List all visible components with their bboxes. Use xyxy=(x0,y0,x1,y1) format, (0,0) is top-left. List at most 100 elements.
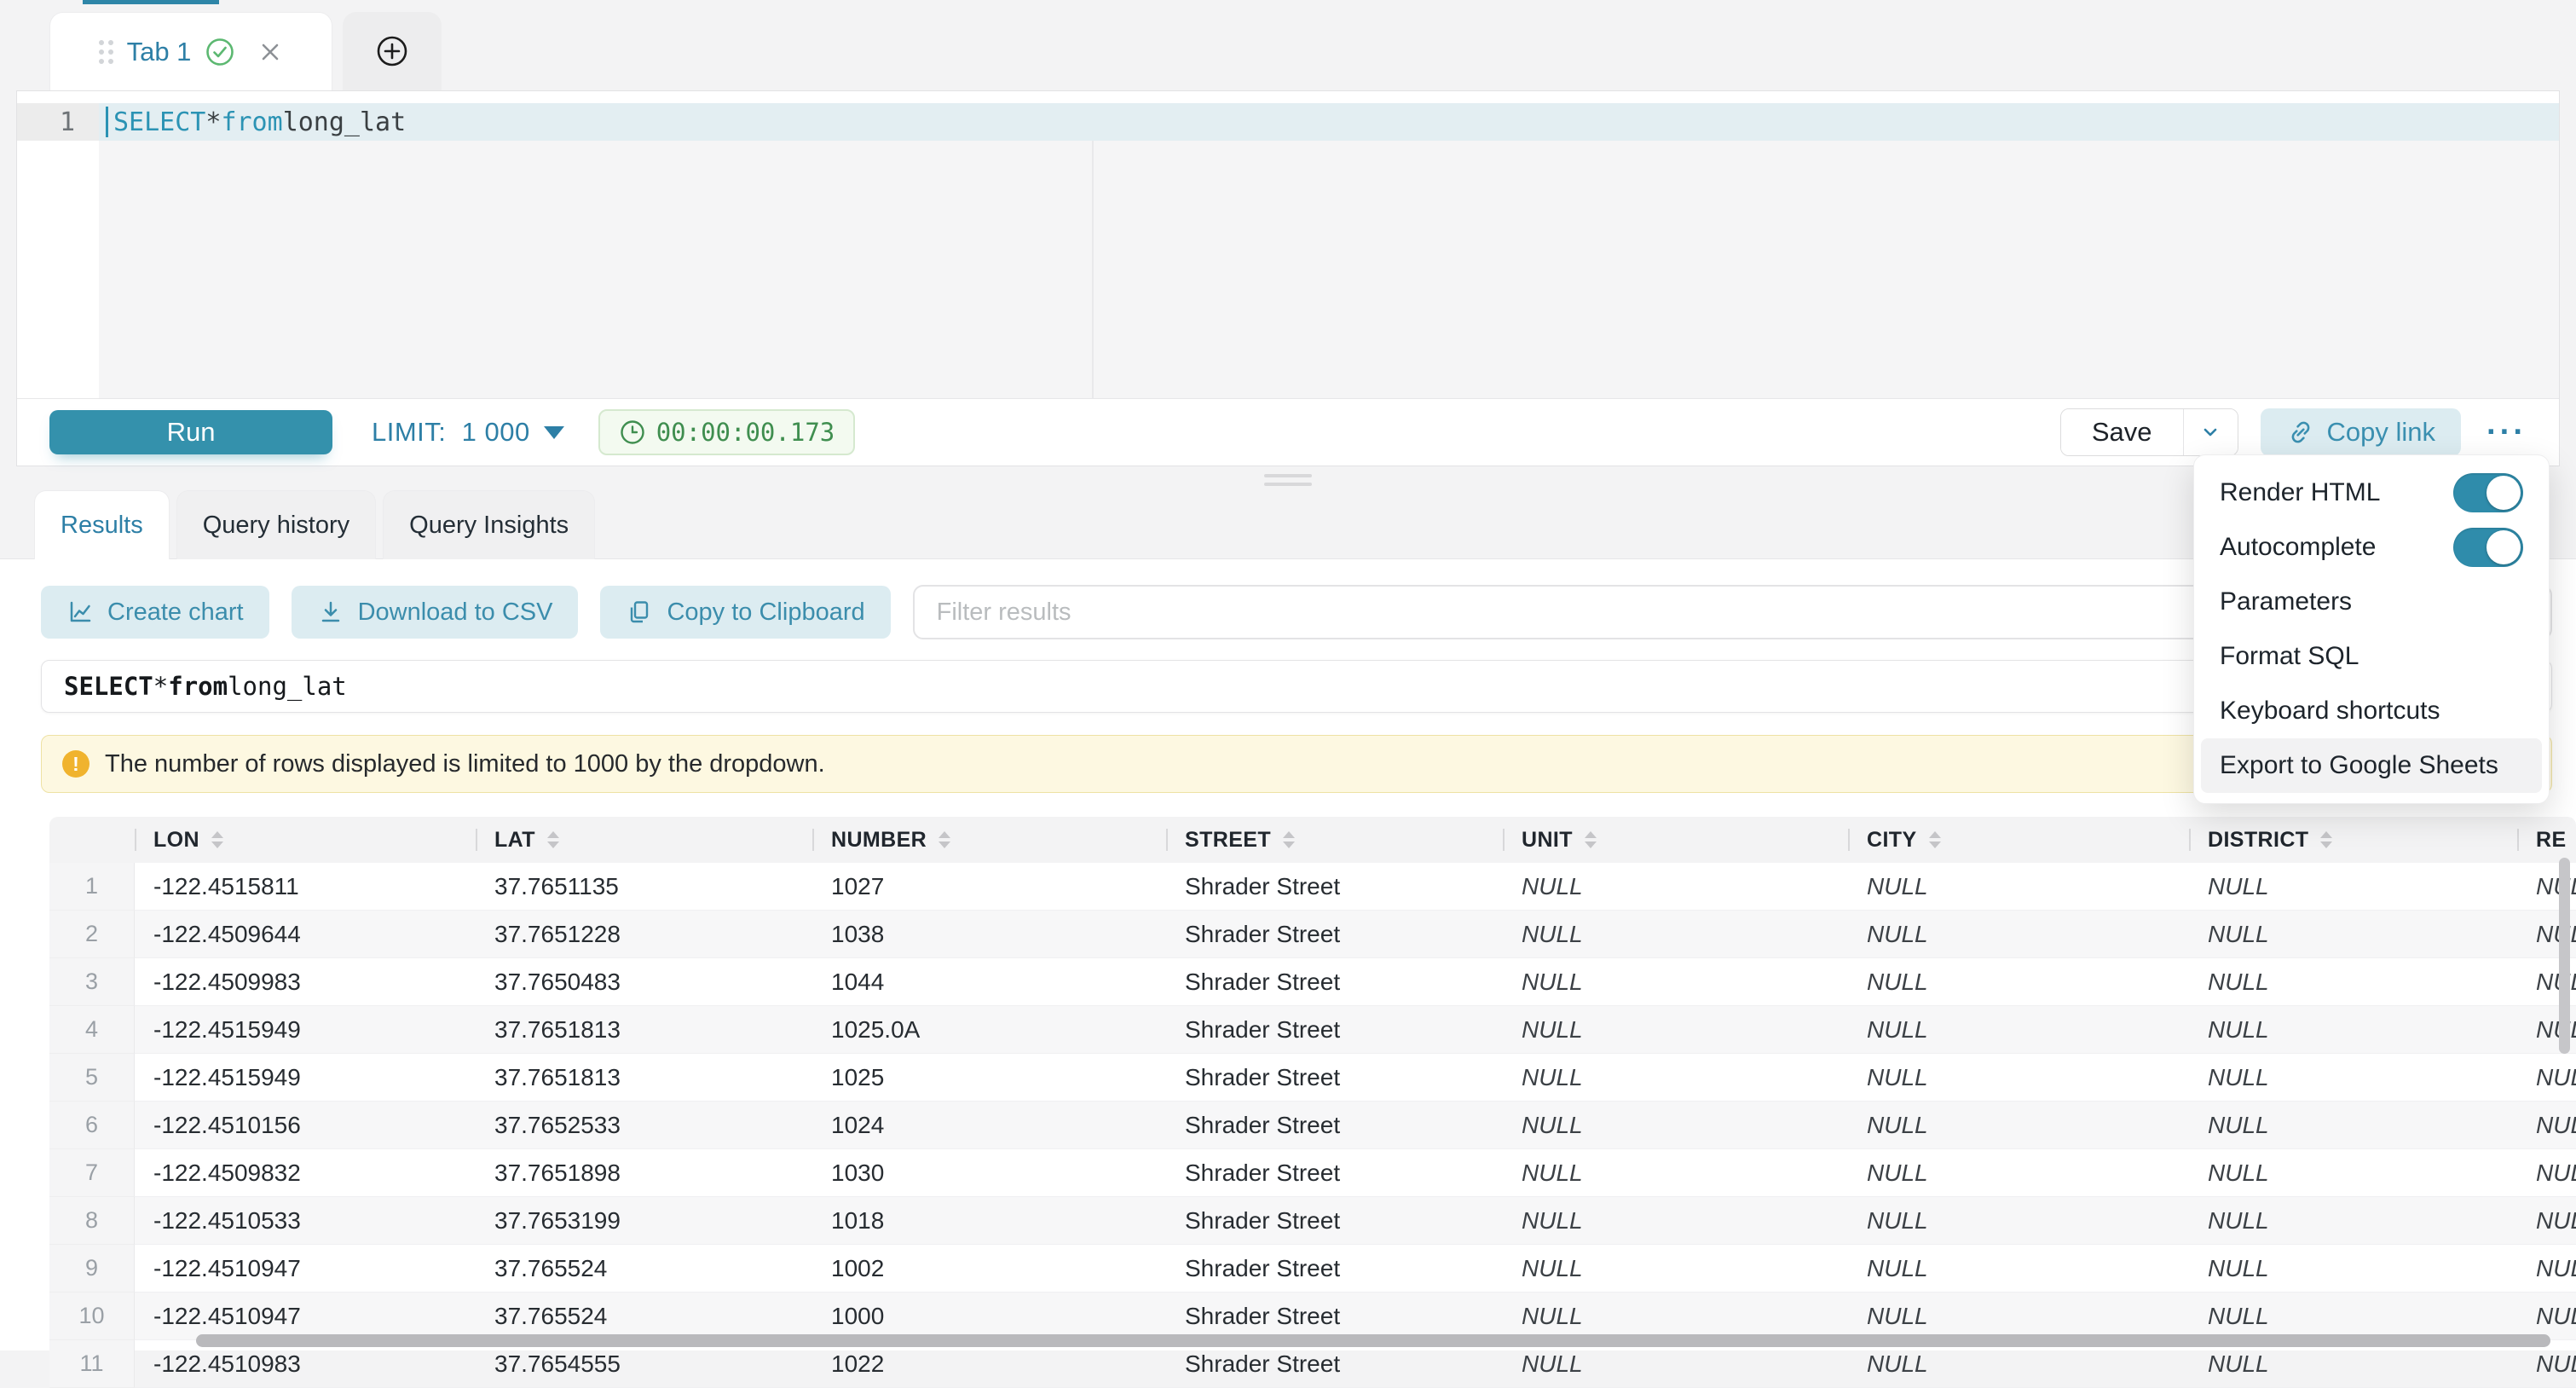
table-cell: NULL xyxy=(1848,1245,2189,1293)
table-cell: 37.7651898 xyxy=(476,1149,812,1197)
download-csv-button[interactable]: Download to CSV xyxy=(292,586,579,639)
create-chart-label: Create chart xyxy=(107,599,244,627)
check-circle-icon xyxy=(205,37,235,67)
table-cell: NULL xyxy=(2517,1197,2576,1245)
tab-query-history[interactable]: Query history xyxy=(176,490,376,559)
column-header[interactable]: RE xyxy=(2517,817,2576,863)
render-html-toggle[interactable] xyxy=(2453,473,2523,512)
menu-item-render-html[interactable]: Render HTML xyxy=(2201,466,2542,520)
tab-results[interactable]: Results xyxy=(34,490,170,559)
menu-item-export-google-sheets[interactable]: Export to Google Sheets xyxy=(2201,738,2542,793)
sql-text: long_lat xyxy=(228,672,347,701)
vertical-scrollbar[interactable] xyxy=(2559,858,2570,1054)
menu-item-label: Autocomplete xyxy=(2220,533,2376,562)
editor-active-line[interactable]: SELECT * from long_lat xyxy=(99,103,2559,141)
editor-line-number: 1 xyxy=(17,103,99,141)
table-cell: -122.4510533 xyxy=(135,1197,476,1245)
copy-link-button[interactable]: Copy link xyxy=(2261,408,2462,456)
copy-clipboard-button[interactable]: Copy to Clipboard xyxy=(600,586,890,639)
table-cell: NULL xyxy=(1848,1054,2189,1102)
column-header[interactable]: NUMBER xyxy=(812,817,1166,863)
tab-tab1[interactable]: Tab 1 xyxy=(49,12,332,90)
menu-item-autocomplete[interactable]: Autocomplete xyxy=(2201,520,2542,575)
column-header-label: RE xyxy=(2536,828,2567,853)
sql-text: * xyxy=(205,107,221,137)
column-header[interactable]: DISTRICT xyxy=(2189,817,2517,863)
table-cell: NULL xyxy=(2189,1006,2517,1054)
clock-icon xyxy=(619,419,646,446)
executed-query-display: SELECT * from long_lat xyxy=(41,660,2552,713)
column-header-label: UNIT xyxy=(1522,828,1573,853)
menu-item-parameters[interactable]: Parameters xyxy=(2201,575,2542,629)
column-header[interactable]: STREET xyxy=(1166,817,1503,863)
table-row: 5 -122.451594937.76518131025Shrader Stre… xyxy=(49,1054,2576,1102)
run-button[interactable]: Run xyxy=(49,410,332,454)
panel-resize-handle[interactable] xyxy=(1264,474,1312,486)
table-cell: -122.4510947 xyxy=(135,1245,476,1293)
menu-item-label: Format SQL xyxy=(2220,642,2359,671)
table-cell: 1027 xyxy=(812,863,1166,911)
column-header[interactable]: LAT xyxy=(476,817,812,863)
table-cell: 37.7651813 xyxy=(476,1054,812,1102)
tab-label: Tab 1 xyxy=(127,37,192,67)
limit-dropdown[interactable]: LIMIT: 1 000 xyxy=(372,417,564,448)
row-number-cell: 9 xyxy=(49,1245,135,1293)
table-body: 1 -122.451581137.76511351027Shrader Stre… xyxy=(49,863,2576,1388)
table-cell: NULL xyxy=(1848,1340,2189,1388)
save-button[interactable]: Save xyxy=(2061,409,2183,455)
chevron-down-icon xyxy=(2198,419,2223,445)
column-header[interactable]: UNIT xyxy=(1503,817,1848,863)
close-tab-icon[interactable] xyxy=(257,39,283,65)
row-limit-warning-banner: ! The number of rows displayed is limite… xyxy=(41,735,2552,793)
table-cell: NULL xyxy=(1848,1006,2189,1054)
copy-clipboard-label: Copy to Clipboard xyxy=(667,599,864,627)
sql-keyword: SELECT xyxy=(113,107,205,137)
menu-item-label: Keyboard shortcuts xyxy=(2220,697,2440,726)
more-options-menu: Render HTML Autocomplete Parameters Form… xyxy=(2193,454,2550,804)
drag-handle-icon[interactable] xyxy=(99,40,113,64)
table-cell: -122.4515949 xyxy=(135,1054,476,1102)
table-cell: 37.7651228 xyxy=(476,911,812,958)
table-cell: NULL xyxy=(2189,1340,2517,1388)
autocomplete-toggle[interactable] xyxy=(2453,528,2523,567)
column-header[interactable]: LON xyxy=(135,817,476,863)
horizontal-scrollbar[interactable] xyxy=(196,1334,2550,1347)
menu-item-label: Parameters xyxy=(2220,587,2352,616)
tab-query-insights[interactable]: Query Insights xyxy=(383,490,595,559)
add-tab-button[interactable] xyxy=(343,12,442,90)
table-cell: Shrader Street xyxy=(1166,1102,1503,1149)
menu-item-keyboard-shortcuts[interactable]: Keyboard shortcuts xyxy=(2201,684,2542,738)
save-options-button[interactable] xyxy=(2183,409,2238,455)
table-cell: 1030 xyxy=(812,1149,1166,1197)
create-chart-button[interactable]: Create chart xyxy=(41,586,269,639)
sort-icon xyxy=(211,831,223,848)
table-cell: Shrader Street xyxy=(1166,1006,1503,1054)
table-cell: NULL xyxy=(1503,1197,1848,1245)
sort-icon xyxy=(1585,831,1597,848)
table-cell: NULL xyxy=(1503,1006,1848,1054)
more-options-button[interactable]: ··· xyxy=(2486,416,2527,448)
editor-print-margin xyxy=(1092,141,1094,398)
table-cell: NULL xyxy=(1503,1054,1848,1102)
table-cell: NULL xyxy=(1848,1149,2189,1197)
results-panel: Create chart Download to CSV Copy to Cli… xyxy=(0,558,2576,1350)
menu-item-format-sql[interactable]: Format SQL xyxy=(2201,629,2542,684)
row-number-cell: 10 xyxy=(49,1293,135,1340)
editor-caret xyxy=(106,107,108,137)
top-accent-bar xyxy=(83,0,219,4)
table-cell: Shrader Street xyxy=(1166,1340,1503,1388)
table-cell: 37.7651135 xyxy=(476,863,812,911)
chevron-down-icon xyxy=(544,426,564,439)
table-cell: -122.4515811 xyxy=(135,863,476,911)
sql-editor[interactable]: 1 SELECT * from long_lat xyxy=(17,91,2559,398)
download-icon xyxy=(317,599,344,626)
table-cell: NULL xyxy=(2189,1245,2517,1293)
sql-keyword: from xyxy=(168,672,228,701)
row-number-cell: 6 xyxy=(49,1102,135,1149)
table-cell: Shrader Street xyxy=(1166,1293,1503,1340)
column-header[interactable]: CITY xyxy=(1848,817,2189,863)
link-icon xyxy=(2286,418,2315,447)
editor-background xyxy=(99,141,2559,398)
menu-item-label: Render HTML xyxy=(2220,478,2380,507)
sql-keyword: from xyxy=(221,107,282,137)
